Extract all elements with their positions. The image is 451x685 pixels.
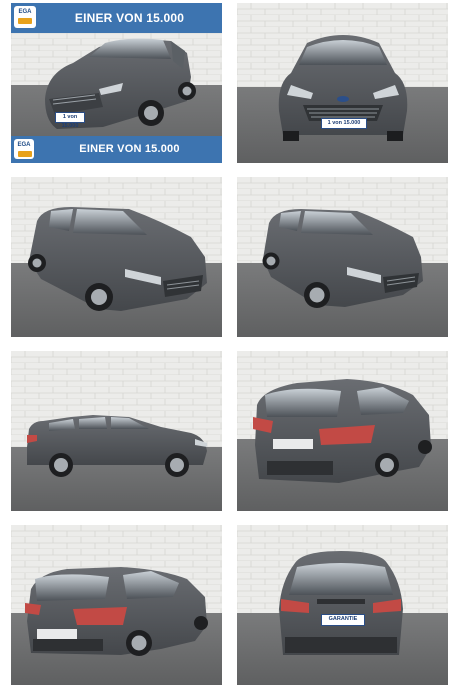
car-photo (237, 3, 448, 163)
promo-banner-top: EGA EINER VON 15.000 (11, 3, 222, 33)
photo-tile-1[interactable]: 1 von 15.000 EGA EINER VON 15.000 EGA EI… (11, 3, 222, 163)
car-photo (237, 525, 448, 685)
promo-banner-bottom: EGA EINER VON 15.000 (11, 136, 222, 163)
ega-logo: EGA (14, 6, 36, 28)
car-photo (237, 177, 448, 337)
car-photo (11, 525, 222, 685)
photo-tile-2[interactable]: 1 von 15.000 (237, 3, 448, 163)
photo-tile-5[interactable] (11, 351, 222, 511)
logo-text: EGA (17, 142, 31, 148)
photo-tile-3[interactable] (11, 177, 222, 337)
ega-logo: EGA (14, 139, 34, 159)
banner-text: EINER VON 15.000 (74, 11, 185, 25)
car-photo (11, 351, 222, 511)
car-photo (237, 351, 448, 511)
license-plate: 1 von 15.000 (55, 112, 85, 129)
car-photo (11, 177, 222, 337)
license-plate: 1 von 15.000 (321, 118, 367, 129)
banner-text: EINER VON 15.000 (79, 143, 180, 155)
logo-text: EGA (18, 9, 32, 15)
photo-tile-6[interactable] (237, 351, 448, 511)
photo-tile-4[interactable] (237, 177, 448, 337)
photo-tile-8[interactable]: GARANTIE (237, 525, 448, 685)
license-plate: GARANTIE (321, 614, 365, 626)
photo-tile-7[interactable] (11, 525, 222, 685)
